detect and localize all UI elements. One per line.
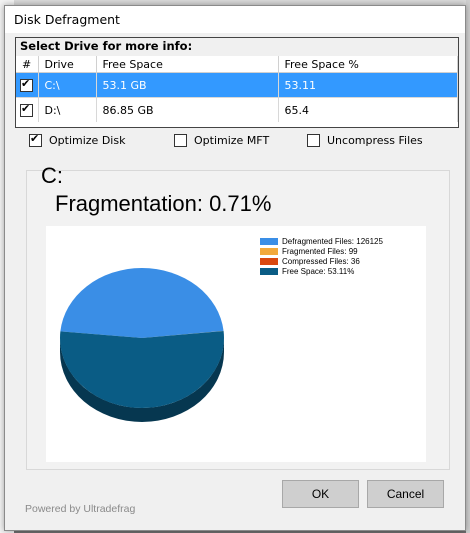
col-index[interactable]: # [16, 56, 39, 73]
pie-slice-0 [60, 268, 224, 338]
options-row: Optimize Disk Optimize MFT Uncompress Fi… [29, 132, 465, 152]
chart-area: Defragmented Files: 126125 Fragmented Fil… [46, 226, 426, 462]
optimize-mft-option[interactable]: Optimize MFT [174, 134, 269, 147]
drive-free-space: 86.85 GB [96, 97, 279, 122]
table-row[interactable]: D:\ 86.85 GB 65.4 [16, 97, 458, 122]
optimize-mft-label: Optimize MFT [194, 134, 270, 147]
col-drive[interactable]: Drive [38, 56, 97, 73]
optimize-disk-label: Optimize Disk [49, 134, 126, 147]
drive-table: # Drive Free Space Free Space % C:\ 53.1… [16, 56, 458, 122]
legend-swatch [260, 237, 278, 245]
drive-checkbox-c[interactable] [20, 77, 33, 92]
col-free-space[interactable]: Free Space [96, 56, 279, 73]
legend-label: Free Space: 53.11% [282, 266, 355, 276]
legend-item: Fragmented Files: 99 [260, 246, 383, 256]
legend-swatch [260, 257, 278, 265]
table-header-row: # Drive Free Space Free Space % [16, 56, 458, 73]
background-window-right [466, 0, 470, 533]
drive-list-header: Select Drive for more info: [16, 38, 458, 56]
powered-by-text: Powered by Ultradefrag [25, 503, 136, 515]
drive-free-pct: 65.4 [278, 97, 458, 122]
legend-item: Compressed Files: 36 [260, 256, 383, 266]
fragmentation-value: Fragmentation: 0.71% [55, 191, 272, 216]
drive-checkbox-d[interactable] [20, 102, 33, 117]
title-bar: Disk Defragment [5, 6, 465, 33]
uncompress-option[interactable]: Uncompress Files [307, 134, 423, 147]
legend-swatch [260, 267, 278, 275]
col-free-pct[interactable]: Free Space % [278, 56, 458, 73]
table-row[interactable]: C:\ 53.1 GB 53.11 [16, 72, 458, 98]
legend-label: Defragmented Files: 126125 [282, 236, 383, 246]
legend-swatch [260, 247, 278, 255]
optimize-mft-checkbox[interactable] [174, 134, 187, 147]
drive-list-panel: Select Drive for more info: # Drive Free… [15, 37, 459, 128]
optimize-disk-checkbox[interactable] [29, 132, 42, 147]
drive-free-space: 53.1 GB [96, 72, 279, 98]
drive-free-pct: 53.11 [278, 72, 458, 98]
legend-label: Compressed Files: 36 [282, 256, 360, 266]
defrag-dialog: Disk Defragment Select Drive for more in… [4, 5, 466, 531]
legend-item: Free Space: 53.11% [260, 266, 383, 276]
optimize-disk-option[interactable]: Optimize Disk [29, 132, 126, 147]
ok-button[interactable]: OK [282, 480, 359, 508]
drive-name: D:\ [38, 97, 97, 122]
pie-chart [59, 268, 224, 422]
window-title: Disk Defragment [14, 12, 120, 27]
uncompress-checkbox[interactable] [307, 134, 320, 147]
selected-drive-letter: C: [41, 163, 63, 188]
legend-item: Defragmented Files: 126125 [260, 236, 383, 246]
chart-legend: Defragmented Files: 126125 Fragmented Fil… [260, 236, 383, 276]
cancel-button[interactable]: Cancel [367, 480, 444, 508]
drive-details-panel: C: Fragmentation: 0.71% Defragmented Fil… [26, 163, 450, 470]
drive-name: C:\ [38, 72, 97, 98]
legend-label: Fragmented Files: 99 [282, 246, 358, 256]
uncompress-label: Uncompress Files [327, 134, 423, 147]
